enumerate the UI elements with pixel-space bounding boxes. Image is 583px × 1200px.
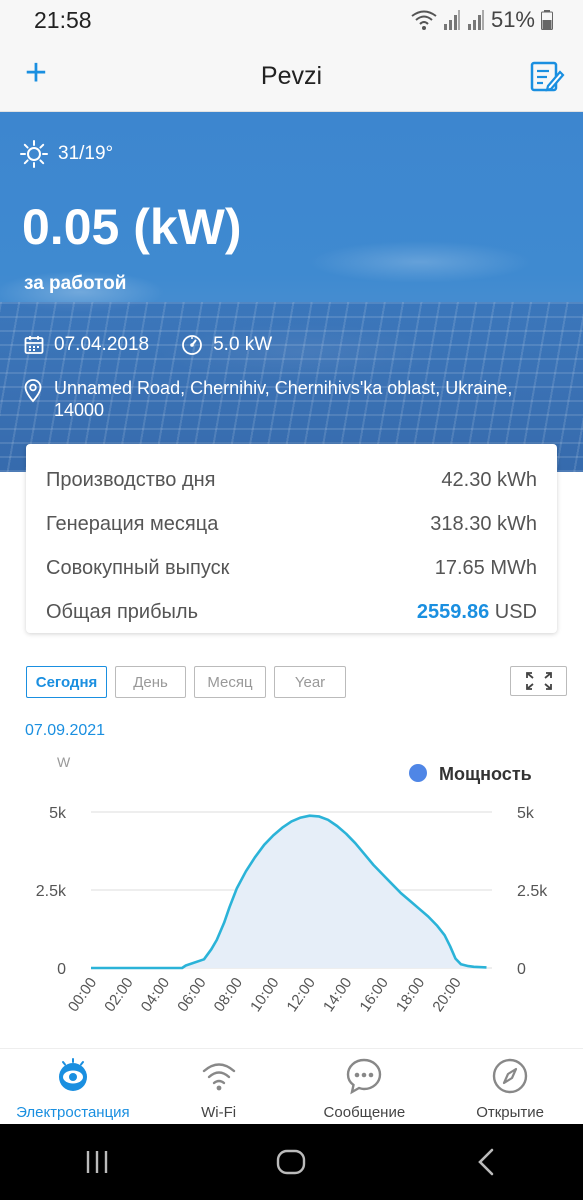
y-tick-label-right: 5k — [517, 805, 535, 822]
capacity: 5.0 kW — [181, 334, 272, 356]
x-tick-label: 02:00 — [101, 975, 136, 1016]
stat-value: 318.30 kWh — [430, 512, 537, 535]
stat-label: Совокупный выпуск — [46, 556, 230, 579]
stat-label: Производство дня — [46, 468, 216, 491]
fullscreen-icon — [525, 672, 552, 690]
profit-amount: 2559.86 — [416, 600, 490, 623]
y-tick-label-right: 0 — [517, 961, 526, 978]
back-button[interactable] — [456, 1137, 516, 1187]
page-title: Pevzi — [260, 62, 323, 90]
stat-value: 17.65 MWh — [434, 556, 537, 579]
wifi-icon — [200, 1057, 238, 1095]
plant-meta: 07.04.2018 5.0 kW — [24, 334, 272, 356]
nav-label: Электростанция — [16, 1104, 130, 1121]
chat-icon — [345, 1057, 383, 1095]
compass-icon — [491, 1057, 529, 1095]
x-tick-label: 12:00 — [284, 975, 319, 1016]
profit-currency: USD — [489, 600, 537, 623]
back-icon — [477, 1148, 494, 1176]
nav-label: Wi-Fi — [201, 1104, 237, 1121]
stat-row-daily: Производство дня 42.30 kWh — [46, 458, 537, 502]
nav-wifi[interactable]: Wi-Fi — [146, 1049, 292, 1124]
status-bar: 21:58 51% — [0, 0, 583, 40]
series-area — [91, 815, 487, 968]
address: Unnamed Road, Chernihiv, Chernihivs'ka o… — [24, 377, 554, 421]
power-status: за работой — [24, 273, 127, 294]
profit-value: 2559.86 USD — [417, 601, 537, 624]
legend-label: Мощность — [439, 764, 532, 784]
legend-marker — [409, 764, 427, 782]
y-tick-label-left: 0 — [57, 961, 66, 978]
x-tick-label: 10:00 — [247, 975, 282, 1016]
system-nav-bar — [0, 1124, 583, 1200]
nav-discover[interactable]: Открытие — [437, 1049, 583, 1124]
x-tick-label: 14:00 — [320, 975, 355, 1016]
y-tick-label-left: 2.5k — [36, 883, 67, 900]
nav-label: Сообщение — [323, 1104, 406, 1121]
tab-today[interactable]: Сегодня — [26, 666, 107, 698]
weather-temp: 31/19° — [58, 143, 114, 164]
location-pin-icon — [24, 379, 42, 403]
sun-icon — [20, 140, 48, 168]
nav-messages[interactable]: Сообщение — [292, 1049, 438, 1124]
signal-icon — [443, 10, 460, 30]
y-tick-label-left: 5k — [49, 805, 67, 822]
chart-date: 07.09.2021 — [25, 722, 106, 739]
status-icons: 51% — [411, 7, 553, 33]
battery-icon — [541, 10, 553, 30]
recent-apps-button[interactable] — [67, 1137, 127, 1187]
x-tick-label: 18:00 — [393, 975, 428, 1016]
status-time: 21:58 — [34, 7, 92, 33]
tab-month[interactable]: Месяц — [194, 666, 266, 698]
x-tick-label: 00:00 — [65, 975, 100, 1016]
nav-label: Открытие — [476, 1104, 545, 1121]
x-tick-label: 06:00 — [174, 975, 209, 1016]
install-date: 07.04.2018 — [24, 334, 149, 356]
weather: 31/19° — [20, 140, 113, 168]
edit-button[interactable] — [529, 58, 565, 94]
nav-power-station[interactable]: Электростанция — [0, 1049, 146, 1124]
signal-icon-2 — [467, 10, 484, 30]
stats-card: Производство дня 42.30 kWh Генерация мес… — [26, 444, 557, 633]
stat-label: Общая прибыль — [46, 600, 199, 623]
eye-icon — [54, 1057, 92, 1095]
home-button[interactable] — [261, 1137, 321, 1187]
stat-value: 42.30 kWh — [441, 468, 537, 491]
home-icon — [277, 1149, 306, 1175]
install-date-value: 07.04.2018 — [54, 334, 150, 355]
x-tick-label: 08:00 — [211, 975, 246, 1016]
calendar-icon — [24, 336, 44, 354]
y-axis-label: W — [57, 754, 71, 770]
fullscreen-button[interactable] — [510, 666, 567, 696]
stat-row-profit: Общая прибыль 2559.86 USD — [46, 590, 537, 634]
capacity-value: 5.0 kW — [213, 334, 273, 355]
stat-row-monthly: Генерация месяца 318.30 kWh — [46, 502, 537, 546]
bottom-nav: Электростанция Wi-Fi Сообщение Открытие — [0, 1048, 583, 1124]
tab-year[interactable]: Year — [274, 666, 346, 698]
tab-day[interactable]: День — [115, 666, 186, 698]
app-bar: + Pevzi — [0, 40, 583, 112]
address-text: Unnamed Road, Chernihiv, Chernihivs'ka o… — [54, 378, 513, 420]
period-tabs: Сегодня День Месяц Year — [26, 666, 346, 698]
power-chart: W Мощность 0 0 2.5k 2.5k 5k 5k 00:00 02:00 04:0… — [36, 754, 548, 1016]
y-tick-label-right: 2.5k — [517, 883, 548, 900]
stat-label: Генерация месяца — [46, 512, 219, 535]
x-tick-label: 16:00 — [356, 975, 391, 1016]
x-tick-label: 04:00 — [138, 975, 173, 1016]
battery-percent: 51% — [490, 7, 535, 32]
gauge-icon — [182, 335, 202, 355]
stat-row-total: Совокупный выпуск 17.65 MWh — [46, 546, 537, 590]
x-tick-label: 20:00 — [429, 975, 464, 1016]
current-power: 0.05 (kW) — [22, 199, 242, 255]
hero-banner: 31/19° 0.05 (kW) за работой 07.04.2018 5… — [0, 112, 583, 472]
wifi-status-icon — [411, 10, 437, 30]
recent-apps-icon — [86, 1151, 108, 1173]
